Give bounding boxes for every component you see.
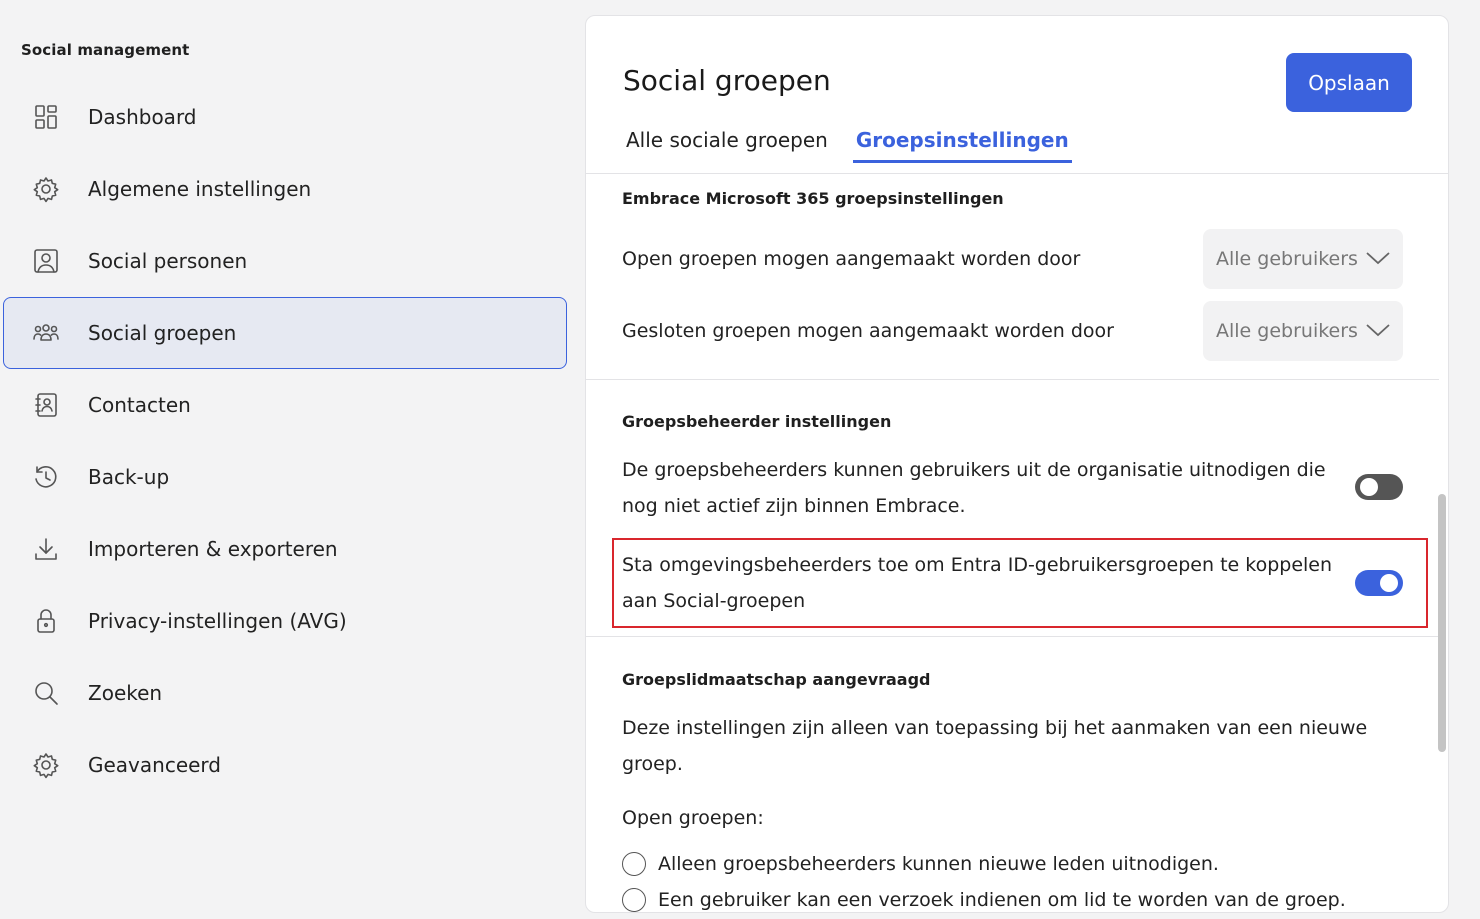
- gear-icon: [31, 750, 61, 780]
- sidebar-item-label: Importeren & exporteren: [88, 537, 338, 561]
- radio-option-request-membership[interactable]: Een gebruiker kan een verzoek indienen o…: [622, 888, 1346, 912]
- sidebar-item-dashboard[interactable]: Dashboard: [3, 81, 567, 153]
- toggle-knob: [1380, 574, 1398, 592]
- membership-desc-line1: Deze instellingen zijn alleen van toepas…: [622, 717, 1368, 739]
- save-button[interactable]: Opslaan: [1286, 53, 1412, 112]
- invite-setting-line1: De groepsbeheerders kunnen gebruikers ui…: [622, 459, 1326, 481]
- scrollbar[interactable]: [1438, 494, 1446, 752]
- entra-setting-line2: aan Social-groepen: [622, 590, 806, 612]
- lock-icon: [31, 606, 61, 636]
- sidebar: Social management Dashboard Algemene ins…: [0, 0, 575, 919]
- membership-desc-line2: groep.: [622, 753, 683, 775]
- sidebar-item-label: Social groepen: [88, 321, 237, 345]
- section-divider: [586, 636, 1439, 637]
- sidebar-item-label: Geavanceerd: [88, 753, 221, 777]
- sidebar-item-privacy[interactable]: Privacy-instellingen (AVG): [3, 585, 567, 657]
- main-panel: Social groepen Opslaan Alle sociale groe…: [585, 15, 1449, 913]
- history-icon: [31, 462, 61, 492]
- sidebar-item-label: Social personen: [88, 249, 248, 273]
- radio-label: Een gebruiker kan een verzoek indienen o…: [658, 889, 1346, 911]
- sidebar-item-label: Privacy-instellingen (AVG): [88, 609, 347, 633]
- entra-setting-line1: Sta omgevingsbeheerders toe om Entra ID-…: [622, 554, 1333, 576]
- select-value: Alle gebruikers: [1216, 248, 1358, 270]
- invite-inactive-users-toggle[interactable]: [1355, 474, 1403, 500]
- section-title-ms365: Embrace Microsoft 365 groepsinstellingen: [622, 189, 1004, 208]
- sidebar-item-contacts[interactable]: Contacten: [3, 369, 567, 441]
- dashboard-icon: [31, 102, 61, 132]
- section-divider: [586, 379, 1439, 380]
- toggle-knob: [1360, 478, 1378, 496]
- sidebar-item-label: Back-up: [88, 465, 170, 489]
- sidebar-item-label: Contacten: [88, 393, 191, 417]
- sidebar-title: Social management: [21, 41, 190, 59]
- sidebar-item-general-settings[interactable]: Algemene instellingen: [3, 153, 567, 225]
- open-groups-creator-select[interactable]: Alle gebruikers: [1203, 229, 1403, 289]
- radio-button[interactable]: [622, 888, 646, 912]
- entra-groups-toggle[interactable]: [1355, 570, 1403, 596]
- page-title: Social groepen: [623, 64, 831, 97]
- tab-group-settings[interactable]: Groepsinstellingen: [852, 128, 1072, 163]
- download-icon: [31, 534, 61, 564]
- open-groups-label: Open groepen:: [622, 807, 764, 829]
- person-icon: [31, 246, 61, 276]
- sidebar-item-import-export[interactable]: Importeren & exporteren: [3, 513, 567, 585]
- group-icon: [31, 318, 61, 348]
- invite-setting-line2: nog niet actief zijn binnen Embrace.: [622, 495, 966, 517]
- section-title-group-admin: Groepsbeheerder instellingen: [622, 412, 892, 431]
- chevron-down-icon: [1365, 319, 1391, 341]
- radio-button[interactable]: [622, 852, 646, 876]
- sidebar-item-label: Dashboard: [88, 105, 197, 129]
- search-icon: [31, 678, 61, 708]
- radio-option-admins-only[interactable]: Alleen groepsbeheerders kunnen nieuwe le…: [622, 852, 1219, 876]
- open-groups-creator-label: Open groepen mogen aangemaakt worden doo…: [622, 248, 1081, 270]
- closed-groups-creator-label: Gesloten groepen mogen aangemaakt worden…: [622, 320, 1114, 342]
- chevron-down-icon: [1365, 247, 1391, 269]
- sidebar-item-advanced[interactable]: Geavanceerd: [3, 729, 567, 801]
- contacts-icon: [31, 390, 61, 420]
- tab-all-social-groups[interactable]: Alle sociale groepen: [623, 128, 831, 163]
- settings-content: Embrace Microsoft 365 groepsinstellingen…: [586, 174, 1439, 912]
- sidebar-nav: Dashboard Algemene instellingen Social p…: [3, 81, 567, 801]
- sidebar-item-search[interactable]: Zoeken: [3, 657, 567, 729]
- tab-bar: Alle sociale groepen Groepsinstellingen: [623, 128, 1094, 163]
- sidebar-item-label: Algemene instellingen: [88, 177, 312, 201]
- gear-icon: [31, 174, 61, 204]
- sidebar-item-social-persons[interactable]: Social personen: [3, 225, 567, 297]
- sidebar-item-social-groups[interactable]: Social groepen: [3, 297, 567, 369]
- closed-groups-creator-select[interactable]: Alle gebruikers: [1203, 301, 1403, 361]
- select-value: Alle gebruikers: [1216, 320, 1358, 342]
- section-title-membership: Groepslidmaatschap aangevraagd: [622, 670, 931, 689]
- sidebar-item-backup[interactable]: Back-up: [3, 441, 567, 513]
- radio-label: Alleen groepsbeheerders kunnen nieuwe le…: [658, 853, 1219, 875]
- sidebar-item-label: Zoeken: [88, 681, 163, 705]
